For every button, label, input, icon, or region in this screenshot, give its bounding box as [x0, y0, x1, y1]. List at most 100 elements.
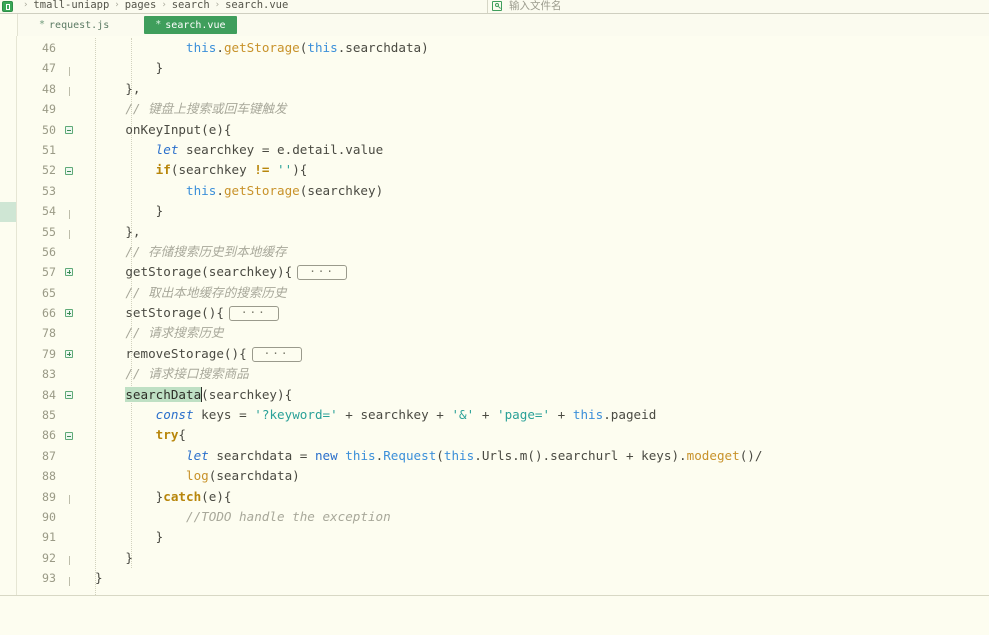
fold-column[interactable] — [61, 125, 77, 134]
code-line-54[interactable]: 54 } — [17, 201, 989, 221]
code-lines: 46 this.getStorage(this.searchdata) 47 }… — [17, 38, 989, 595]
fold-toggle-icon[interactable] — [65, 431, 73, 440]
code-line-48[interactable]: 48 }, — [17, 79, 989, 99]
fold-column — [61, 204, 77, 219]
search-input-placeholder[interactable]: 输入文件名 — [509, 0, 562, 13]
fold-tick — [68, 230, 70, 240]
code-line-51[interactable]: 51 let searchkey = e.detail.value — [17, 140, 989, 160]
fold-expand-icon[interactable] — [65, 268, 73, 277]
breadcrumb-item-pages[interactable]: pages — [125, 0, 157, 11]
code-content: // 请求接口搜索商品 — [95, 366, 249, 382]
code-content: try{ — [155, 427, 187, 443]
fold-column[interactable] — [61, 268, 77, 277]
breadcrumb-separator: › — [214, 0, 221, 10]
code-content: getStorage(searchkey){··· — [95, 262, 989, 282]
code-line-49[interactable]: 49 // 键盘上搜索或回车键触发 — [17, 99, 989, 119]
fold-toggle-icon[interactable] — [65, 125, 73, 134]
fold-column — [61, 571, 77, 586]
fold-tick — [68, 556, 70, 566]
code-line-89[interactable]: 89 }catch(e){ — [17, 487, 989, 507]
code-content: log(searchdata) — [186, 468, 300, 484]
search-icon — [492, 0, 502, 11]
selected-identifier[interactable]: searchData — [125, 386, 202, 402]
fold-column[interactable] — [61, 166, 77, 175]
code-line-88[interactable]: 88 log(searchdata) — [17, 466, 989, 486]
line-number: 54 — [42, 204, 56, 219]
tab-search-vue[interactable]: * search.vue — [144, 16, 237, 34]
fold-column[interactable] — [61, 309, 77, 318]
code-line-87[interactable]: 87 let searchdata = new this.Request(thi… — [17, 446, 989, 466]
code-line-46[interactable]: 46 this.getStorage(this.searchdata) — [17, 38, 989, 58]
code-line-79[interactable]: 79 removeStorage(){··· — [17, 344, 989, 364]
fold-column[interactable] — [61, 390, 77, 399]
code-line-84[interactable]: 84 searchData(searchkey){ — [17, 385, 989, 405]
fold-tick — [68, 576, 70, 586]
code-editor[interactable]: 46 this.getStorage(this.searchdata) 47 }… — [0, 36, 989, 596]
line-number: 85 — [42, 408, 56, 423]
breadcrumb-item-file[interactable]: search.vue — [225, 0, 288, 11]
code-line-78[interactable]: 78 // 请求搜索历史 — [17, 323, 989, 343]
fold-toggle-icon[interactable] — [65, 390, 73, 399]
fold-column — [61, 61, 77, 77]
code-content: const keys = '?keyword=' + searchkey + '… — [155, 407, 657, 423]
code-line-52[interactable]: 52 if(searchkey != ''){ — [17, 160, 989, 180]
editor-left-strip — [0, 36, 17, 595]
code-line-57[interactable]: 57 getStorage(searchkey){··· — [17, 262, 989, 282]
code-line-83[interactable]: 83 // 请求接口搜索商品 — [17, 364, 989, 384]
code-content: } — [95, 60, 164, 76]
tab-bar-left-strip — [0, 14, 18, 36]
code-content: setStorage(){··· — [95, 303, 989, 323]
tab-request-js[interactable]: * request.js — [30, 14, 118, 36]
code-content: //TODO handle the exception — [95, 508, 391, 524]
fold-toggle-icon[interactable] — [65, 166, 73, 175]
file-search-box[interactable]: 输入文件名 — [487, 0, 562, 13]
fold-column[interactable] — [61, 431, 77, 440]
line-number: 91 — [42, 530, 56, 545]
code-line-86[interactable]: 86 try{ — [17, 425, 989, 445]
breadcrumb-item-project[interactable]: tmall-uniapp — [33, 0, 109, 11]
modified-marker-icon: * — [155, 19, 162, 30]
breadcrumb-item-search[interactable]: search — [172, 0, 210, 11]
code-content: } — [95, 203, 164, 219]
code-content: } — [95, 570, 103, 586]
fold-column[interactable] — [61, 350, 77, 359]
line-number: 84 — [42, 387, 56, 402]
code-line-65[interactable]: 65 // 取出本地缓存的搜索历史 — [17, 283, 989, 303]
folded-region-placeholder[interactable]: ··· — [251, 346, 302, 362]
folded-region-placeholder[interactable]: ··· — [228, 306, 279, 322]
fold-expand-icon[interactable] — [65, 309, 73, 318]
line-number: 90 — [42, 509, 56, 524]
code-line-91[interactable]: 91 } — [17, 527, 989, 547]
line-number: 83 — [42, 367, 56, 382]
code-content: this.getStorage(searchkey) — [186, 182, 384, 198]
line-number: 92 — [42, 550, 56, 565]
breadcrumb: › tmall-uniapp › pages › search › search… — [18, 0, 288, 11]
line-number: 79 — [42, 346, 56, 361]
code-content: onKeyInput(e){ — [125, 121, 232, 137]
tab-label: search.vue — [165, 19, 226, 31]
code-line-53[interactable]: 53 this.getStorage(searchkey) — [17, 181, 989, 201]
folded-region-placeholder[interactable]: ··· — [297, 265, 348, 281]
code-content: this.getStorage(this.searchdata) — [186, 40, 429, 55]
code-line-50[interactable]: 50 onKeyInput(e){ — [17, 120, 989, 140]
fold-tick — [68, 87, 70, 97]
breadcrumb-separator: › — [161, 0, 167, 10]
code-line-93[interactable]: 93 } — [17, 568, 989, 588]
fold-tick — [68, 67, 70, 77]
code-line-47[interactable]: 47 } — [17, 58, 989, 78]
code-line-85[interactable]: 85 const keys = '?keyword=' + searchkey … — [17, 405, 989, 425]
breadcrumb-separator: › — [114, 0, 120, 10]
code-content: // 存储搜索历史到本地缓存 — [95, 243, 287, 259]
bottom-blank-pane — [0, 596, 989, 635]
code-line-92[interactable]: 92 } — [17, 548, 989, 568]
line-number: 46 — [42, 41, 56, 55]
fold-tick — [68, 209, 70, 219]
code-content: let searchkey = e.detail.value — [155, 141, 384, 157]
code-line-56[interactable]: 56 // 存储搜索历史到本地缓存 — [17, 242, 989, 262]
fold-expand-icon[interactable] — [65, 350, 73, 359]
code-line-55[interactable]: 55 }, — [17, 222, 989, 242]
code-line-66[interactable]: 66 setStorage(){··· — [17, 303, 989, 323]
code-content: // 取出本地缓存的搜索历史 — [95, 284, 287, 300]
code-line-90[interactable]: 90 //TODO handle the exception — [17, 507, 989, 527]
code-content: }, — [95, 80, 141, 96]
